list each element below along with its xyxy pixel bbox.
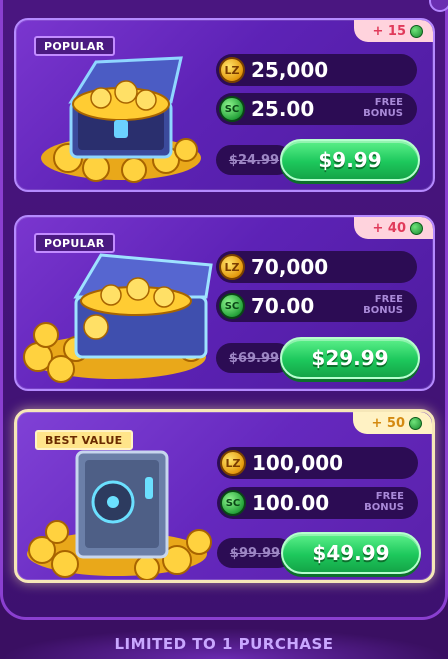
bonus-amount: + 40	[372, 220, 406, 236]
popular-tag: POPULAR	[34, 36, 115, 56]
popular-tag: POPULAR	[34, 233, 115, 253]
coin-case-icon	[23, 253, 213, 383]
bonus-tab: + 50	[353, 412, 432, 434]
offer-card-3[interactable]: + 50 BEST VALUE LZ 100,000 SC 100.00 FRE…	[14, 409, 435, 583]
free-bonus-label: FREE BONUS	[363, 294, 403, 316]
price-row: $24.99 $9.99	[216, 139, 422, 181]
gold-coin-icon: LZ	[219, 57, 245, 83]
bonus-tab: + 15	[354, 20, 433, 42]
price-row: $99.99 $49.99	[217, 532, 423, 574]
offer-card-2[interactable]: + 40 POPULAR LZ 70,000 SC 70.00 FREE BON…	[14, 215, 435, 391]
sweeps-coin-icon: SC	[219, 293, 245, 319]
buy-button[interactable]: $9.99	[280, 139, 420, 181]
purchase-limit-text: LIMITED TO 1 PURCHASE	[114, 634, 334, 653]
treasure-chest-icon	[41, 56, 201, 183]
close-button[interactable]	[429, 0, 448, 12]
gold-coin-icon: LZ	[220, 450, 246, 476]
sweeps-coins-row: SC 100.00 FREE BONUS	[217, 487, 418, 519]
buy-button[interactable]: $29.99	[280, 337, 420, 379]
sweeps-coin-icon	[410, 221, 423, 235]
gold-coins-row: LZ 100,000	[217, 447, 418, 479]
sweeps-coin-icon	[409, 416, 422, 430]
gold-coins-row: LZ 70,000	[216, 251, 417, 283]
sweeps-coin-icon: SC	[219, 96, 245, 122]
gold-coins-amount: 25,000	[251, 58, 329, 82]
bonus-amount: + 50	[371, 415, 405, 431]
sweeps-coins-row: SC 25.00 FREE BONUS	[216, 93, 417, 125]
sweeps-coins-row: SC 70.00 FREE BONUS	[216, 290, 417, 322]
bonus-amount: + 15	[372, 23, 406, 39]
free-bonus-label: FREE BONUS	[363, 97, 403, 119]
price-row: $69.99 $29.99	[216, 337, 422, 379]
purchase-limit-banner: LIMITED TO 1 PURCHASE	[0, 628, 448, 659]
offer-card-1[interactable]: + 15 POPULAR LZ 25,000 SC 25.00 FREE BON…	[14, 18, 435, 192]
vault-safe-icon	[27, 450, 212, 580]
sweeps-coins-amount: 70.00	[251, 294, 315, 318]
gold-coin-icon: LZ	[219, 254, 245, 280]
best-value-tag: BEST VALUE	[35, 430, 133, 450]
free-bonus-label: FREE BONUS	[364, 491, 404, 513]
sweeps-coins-amount: 25.00	[251, 97, 315, 121]
sweeps-coin-icon: SC	[220, 490, 246, 516]
sweeps-coin-icon	[410, 24, 423, 38]
gold-coins-amount: 100,000	[252, 451, 344, 475]
sweeps-coins-amount: 100.00	[252, 491, 330, 515]
bonus-tab: + 40	[354, 217, 433, 239]
offer-panel: + 15 POPULAR LZ 25,000 SC 25.00 FREE BON…	[0, 0, 448, 620]
gold-coins-amount: 70,000	[251, 255, 329, 279]
gold-coins-row: LZ 25,000	[216, 54, 417, 86]
buy-button[interactable]: $49.99	[281, 532, 421, 574]
